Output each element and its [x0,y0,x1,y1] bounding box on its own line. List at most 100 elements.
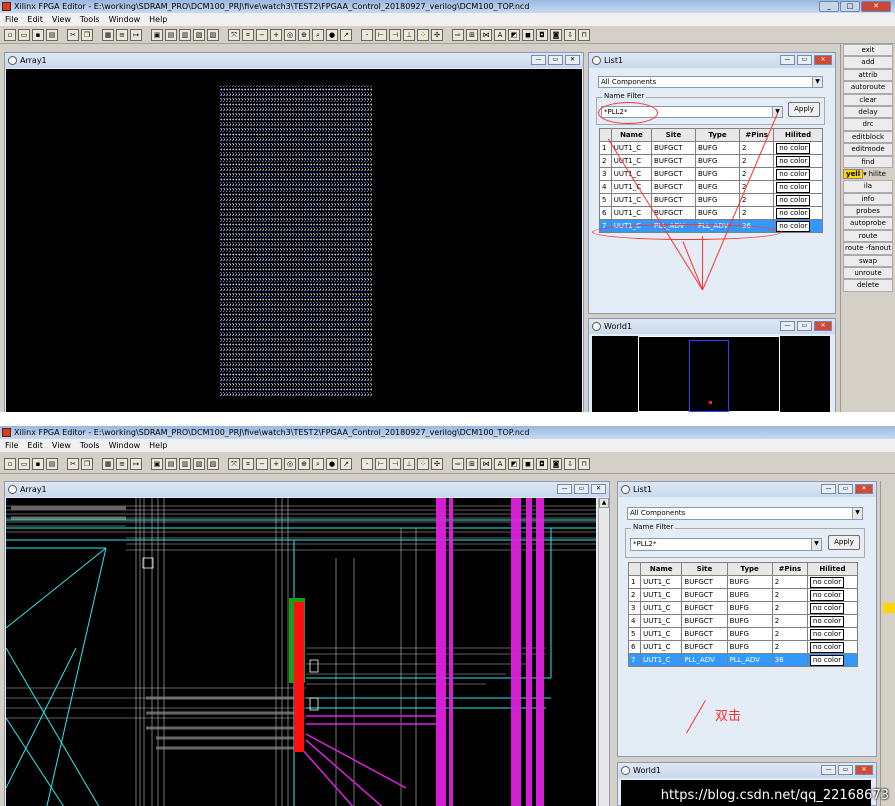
hilited-color-cell[interactable]: no color [806,653,859,667]
column-header[interactable]: Name [610,128,653,142]
slice-icon[interactable]: ⁘ [417,28,429,41]
list-icon[interactable]: ≡ [116,457,128,470]
text-icon[interactable]: A [494,28,506,41]
column-header[interactable]: Hilited [773,128,823,142]
lock-icon[interactable]: ⊓ [578,457,590,470]
component-filter-select[interactable]: All Components ▼ [627,507,863,520]
world-close-button[interactable]: ✕ [855,765,873,775]
copy-icon[interactable]: ❐ [81,28,93,41]
command-button-delay[interactable]: delay [843,105,893,119]
command-button-probes[interactable]: probes [843,205,893,218]
timing-icon[interactable]: ⋈ [480,28,492,41]
zoom-in-icon[interactable]: + [270,457,282,470]
table-row[interactable]: 6 UUT1_C BUFGCT BUFG 2 no color [599,206,823,220]
command-button-autoprobe[interactable]: autoprobe [843,217,893,230]
find-icon[interactable]: ⌕ [312,457,324,470]
name-filter-input[interactable]: *PLL2* ▼ [630,538,822,551]
command-button-unroute[interactable]: unroute [843,267,893,280]
table-row[interactable]: 1 UUT1_C BUFGCT BUFG 2 no color [627,575,859,589]
array-scrollbar[interactable]: ▲ [598,498,609,806]
list-minimize-button[interactable]: — [780,55,795,65]
table-row[interactable]: 1 UUT1_C BUFGCT BUFG 2 no color [599,141,823,155]
table-row[interactable]: 5 UUT1_C BUFGCT BUFG 2 no color [627,627,859,641]
apply-button[interactable]: Apply [788,102,820,117]
hierarchy-icon[interactable]: ⊞ [466,28,478,41]
menu-view[interactable]: View [52,13,71,26]
command-button-find[interactable]: find [843,155,893,168]
menu-tools[interactable]: Tools [80,13,100,26]
hilited-color-cell[interactable]: no color [773,193,823,207]
hilited-color-cell[interactable]: no color [806,627,859,641]
slice-icon[interactable]: ⁘ [417,457,429,470]
menu-view[interactable]: View [52,439,71,452]
array-restore-button[interactable]: ▭ [574,484,589,494]
column-header[interactable]: Name [640,562,683,576]
copy-icon[interactable]: ❐ [81,457,93,470]
world-icon[interactable]: ▨ [207,28,219,41]
hilited-color-cell[interactable]: no color [773,154,823,168]
list-restore-button[interactable]: ▭ [797,55,812,65]
record-icon[interactable]: ● [326,28,338,41]
world-close-button[interactable]: ✕ [814,321,832,331]
hilited-color-cell[interactable]: no color [806,588,859,602]
array-restore-button[interactable]: ▭ [548,55,563,65]
wire-icon[interactable]: ⊢ [375,457,387,470]
hilited-color-cell[interactable]: no color [773,141,823,155]
fit-icon[interactable]: ⤧ [228,28,240,41]
view-icon[interactable]: ▦ [102,28,114,41]
macro-icon[interactable]: ✣ [431,457,443,470]
zoom-area-icon[interactable]: ⌗ [242,28,254,41]
world-minimize-button[interactable]: — [821,765,836,775]
wire-icon[interactable]: ⊢ [375,28,387,41]
world-restore-button[interactable]: ▭ [838,765,853,775]
command-button-route-fanout[interactable]: route -fanout [843,242,893,255]
hilited-color-cell[interactable]: no color [806,601,859,615]
command-button-drc[interactable]: drc [843,118,893,131]
menu-tools[interactable]: Tools [80,439,100,452]
zoom-in-icon[interactable]: + [270,28,282,41]
new-icon[interactable]: ▫ [4,28,16,41]
world-restore-button[interactable]: ▭ [797,321,812,331]
hilited-color-cell[interactable]: no color [773,180,823,194]
menu-file[interactable]: File [5,13,18,26]
world-icon[interactable]: ▨ [207,457,219,470]
column-header[interactable]: Site [681,562,728,576]
open-icon[interactable]: ▭ [18,28,30,41]
scroll-up-icon[interactable]: ▲ [599,498,609,508]
find-icon[interactable]: ⌕ [312,28,324,41]
lock-icon[interactable]: ⊓ [578,28,590,41]
column-header[interactable]: Hilited [806,562,859,576]
command-button-editmode[interactable]: editmode [843,143,893,156]
array-minimize-button[interactable]: — [531,55,546,65]
pin-icon[interactable]: ⊣ [389,457,401,470]
table-row[interactable]: 7 UUT1_C PLL_ADV PLL_ADV 36 no color [627,653,859,667]
view-icon[interactable]: ▦ [102,457,114,470]
layer-icon[interactable]: ⇨ [452,28,464,41]
export-icon[interactable]: ↦ [130,28,142,41]
hilited-color-cell[interactable]: no color [773,206,823,220]
menu-window[interactable]: Window [109,439,141,452]
table-row[interactable]: 2 UUT1_C BUFGCT BUFG 2 no color [627,588,859,602]
zoom-selection-icon[interactable]: ◎ [284,28,296,41]
pin-icon[interactable]: ⊣ [389,28,401,41]
block-icon[interactable]: ◼ [522,28,534,41]
array-close-button[interactable]: ✕ [565,55,580,65]
array-icon[interactable]: ▣ [151,457,163,470]
command-button-clear[interactable]: clear [843,93,893,106]
panel-icon[interactable]: ▧ [193,457,205,470]
hilite-button[interactable]: hilite [869,170,886,178]
save-icon[interactable]: ▪ [32,457,44,470]
chart-icon[interactable]: ◩ [508,457,520,470]
hilited-color-cell[interactable]: no color [773,167,823,181]
timing-icon[interactable]: ⋈ [480,457,492,470]
junction-icon[interactable]: ⊥ [403,457,415,470]
command-button-ila[interactable]: ila [843,180,893,193]
column-header[interactable] [627,562,642,576]
hilite-color-select[interactable]: yell [843,169,864,180]
world-canvas[interactable] [592,336,830,412]
save-icon[interactable]: ▪ [32,28,44,41]
column-header[interactable]: Type [726,562,773,576]
new-icon[interactable]: ▫ [4,457,16,470]
record-icon[interactable]: ● [326,457,338,470]
panel-icon[interactable]: ▧ [193,28,205,41]
